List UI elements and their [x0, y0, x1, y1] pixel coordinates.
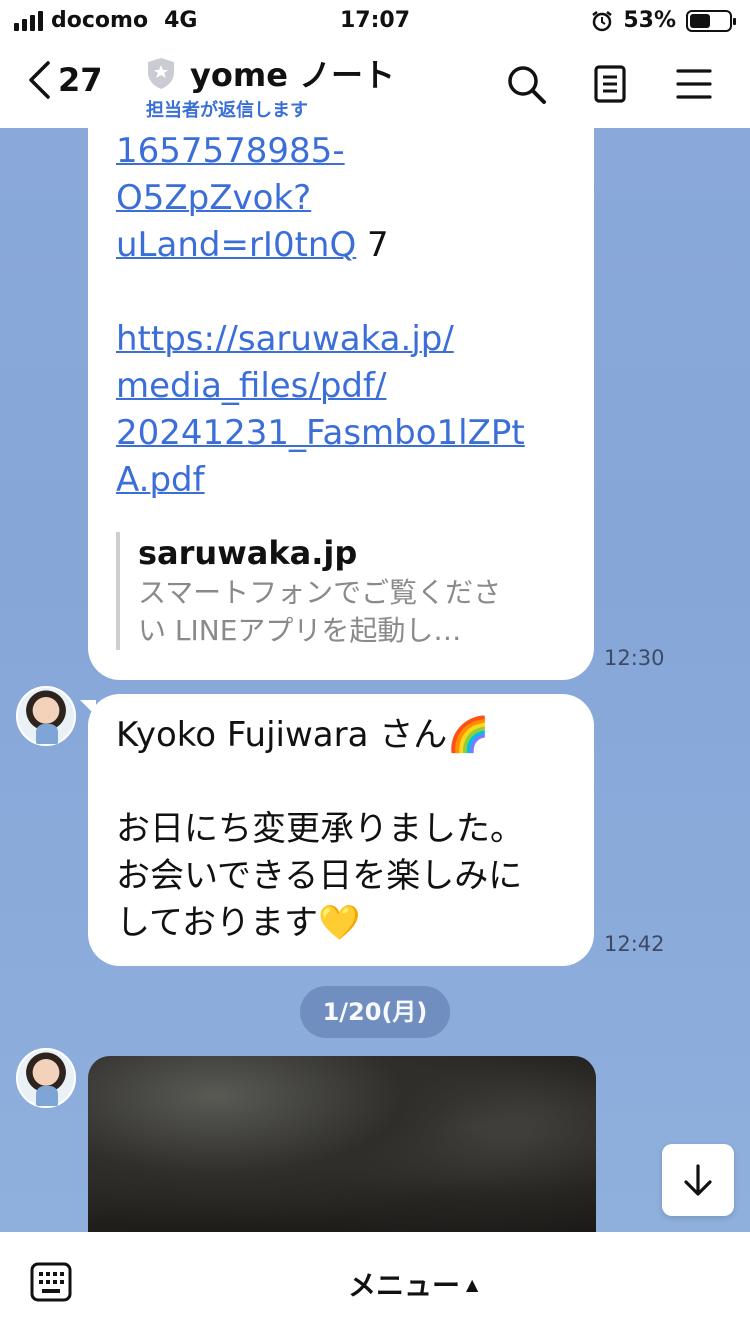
chat-title: yome ノート — [190, 56, 396, 94]
preview-title: saruwaka.jp — [138, 534, 358, 572]
hamburger-icon — [676, 69, 712, 99]
message-bubble: 1657578985- O5ZpZvok? uLand=rI0tnQ 7 htt… — [88, 128, 594, 680]
date-separator: 1/20(月) — [300, 986, 450, 1038]
message-link[interactable]: 1657578985- O5ZpZvok? uLand=rI0tnQ — [116, 131, 356, 265]
chevron-left-icon — [29, 61, 50, 99]
search-icon — [508, 66, 546, 104]
menu-label: メニュー — [348, 1269, 461, 1302]
triangle-up-icon: ▲ — [466, 1274, 479, 1294]
photo-message[interactable] — [88, 1056, 596, 1232]
chat-header: 27 yome ノート 担当者が返信します — [0, 40, 750, 128]
chat-subtitle: 担当者が返信します — [146, 100, 308, 121]
alarm-icon — [592, 10, 613, 31]
link-preview[interactable]: saruwaka.jp スマートフォンでご覧くださ い LINEアプリを起動し… — [116, 532, 566, 650]
arrow-down-icon — [684, 1164, 712, 1196]
message-url: https://saruwaka.jp/ media_files/pdf/ 20… — [116, 316, 566, 504]
bottom-bar: メニュー ▲ — [0, 1232, 750, 1334]
preview-description: い LINEアプリを起動し… — [138, 614, 462, 647]
keyboard-icon — [30, 1262, 72, 1302]
status-right: 53% — [591, 8, 736, 33]
battery-icon — [686, 9, 736, 32]
menu-button[interactable] — [672, 62, 716, 106]
unread-count: 27 — [58, 61, 103, 99]
message-text: 1657578985- O5ZpZvok? uLand=rI0tnQ 7 — [116, 128, 566, 269]
battery-percent: 53% — [623, 8, 676, 33]
message-line: しております💛 — [116, 903, 361, 943]
message-line: お会いできる日を楽しみに — [116, 856, 523, 896]
preview-description: スマートフォンでご覧くださ — [138, 576, 502, 609]
scroll-down-button[interactable] — [662, 1144, 734, 1216]
pdf-link[interactable]: https://saruwaka.jp/ media_files/pdf/ 20… — [116, 319, 525, 500]
chat-area[interactable]: 1657578985- O5ZpZvok? uLand=rI0tnQ 7 htt… — [0, 128, 750, 1232]
message-time: 12:30 — [604, 646, 665, 670]
rich-menu-toggle[interactable]: メニュー ▲ — [348, 1264, 478, 1304]
notes-icon — [594, 65, 626, 103]
notes-button[interactable] — [588, 62, 632, 106]
official-shield-icon — [146, 56, 176, 94]
sender-avatar[interactable] — [16, 686, 76, 746]
message-bubble: Kyoko Fujiwara さん🌈 お日にち変更承りました。 お会いできる日を… — [88, 694, 594, 966]
message-suffix: 7 — [356, 225, 389, 265]
keyboard-button[interactable] — [30, 1262, 72, 1306]
sender-avatar[interactable] — [16, 1048, 76, 1108]
message-line: Kyoko Fujiwara さん🌈 — [116, 715, 490, 755]
battery-fill — [690, 13, 711, 28]
search-button[interactable] — [504, 62, 548, 106]
status-bar: docomo 4G 17:07 53% — [0, 0, 750, 40]
back-button[interactable]: 27 — [26, 60, 103, 100]
message-time: 12:42 — [604, 932, 665, 956]
message-line: お日にち変更承りました。 — [116, 809, 524, 849]
